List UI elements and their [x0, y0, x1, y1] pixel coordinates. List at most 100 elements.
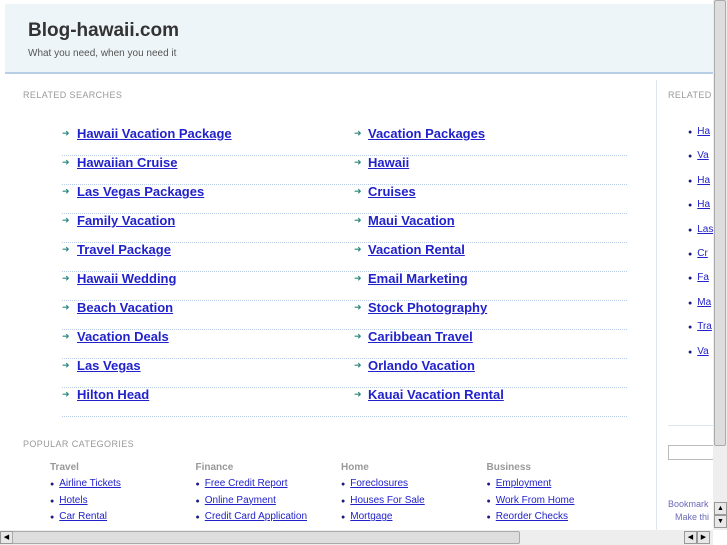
- bullet-icon: ●: [341, 514, 346, 521]
- related-link[interactable]: Vacation Packages: [368, 126, 485, 141]
- sidebar-item[interactable]: ● Cr: [688, 248, 708, 259]
- bullet-icon: ●: [688, 177, 693, 185]
- category-link[interactable]: Credit Card Application: [205, 511, 307, 522]
- related-link[interactable]: Hawaiian Cruise: [77, 155, 177, 170]
- related-link[interactable]: Stock Photography: [368, 300, 487, 315]
- sidebar-item[interactable]: ● Fa: [688, 272, 709, 283]
- sidebar-item[interactable]: ● Las: [688, 224, 713, 235]
- category-item: ● Houses For Sale: [341, 495, 481, 512]
- arrow-icon: ➜: [62, 389, 70, 399]
- sidebar-link[interactable]: Va: [697, 150, 709, 161]
- category-item: ● Airline Tickets: [50, 478, 190, 495]
- related-link[interactable]: Family Vacation: [77, 213, 175, 228]
- category-column: Travel ● Airline Tickets ● Hotels ● Car Rental: [50, 462, 190, 528]
- related-row: ➜ Vacation Deals ➜ Caribbean Travel: [62, 329, 627, 359]
- related-row: ➜ Beach Vacation ➜ Stock Photography: [62, 300, 627, 330]
- related-link[interactable]: Maui Vacation: [368, 213, 455, 228]
- related-link[interactable]: Beach Vacation: [77, 300, 173, 315]
- category-link[interactable]: Hotels: [59, 495, 87, 506]
- bullet-icon: ●: [688, 251, 693, 258]
- related-link[interactable]: Las Vegas Packages: [77, 184, 204, 199]
- related-link[interactable]: Email Marketing: [368, 271, 468, 286]
- bullet-icon: ●: [486, 514, 491, 521]
- category-link[interactable]: Work From Home: [496, 495, 575, 506]
- bullet-icon: ●: [50, 481, 55, 488]
- related-link[interactable]: Hawaii: [368, 155, 409, 170]
- bullet-icon: ●: [50, 497, 55, 505]
- vertical-scroll-thumb[interactable]: [714, 0, 726, 446]
- sidebar-link[interactable]: Ma: [697, 297, 711, 308]
- horizontal-scrollbar[interactable]: ◀ ◀ ▶: [0, 530, 713, 545]
- sidebar-link[interactable]: Cr: [697, 248, 708, 259]
- related-link[interactable]: Las Vegas: [77, 358, 141, 373]
- category-link[interactable]: Houses For Sale: [350, 495, 424, 506]
- category-title: Finance: [195, 462, 234, 473]
- sidebar-link[interactable]: Ha: [697, 199, 710, 210]
- arrow-icon: ➜: [62, 273, 70, 283]
- related-link[interactable]: Vacation Rental: [368, 242, 465, 257]
- right-sidebar: RELATED ● Ha ● Va ● Ha ● Ha ● Las ● Cr ● Fa ● Ma ● Tra ● Va…: [656, 80, 714, 530]
- category-column: Finance ● Free Credit Report ● Online Paymen…: [196, 462, 336, 528]
- related-link[interactable]: Cruises: [368, 184, 416, 199]
- sidebar-item[interactable]: ● Tra: [688, 321, 712, 332]
- scroll-left-icon[interactable]: ◀: [684, 531, 697, 544]
- category-item: ● Free Credit Report: [196, 478, 336, 495]
- related-link[interactable]: Orlando Vacation: [368, 358, 475, 373]
- arrow-icon: ➜: [62, 186, 70, 196]
- sidebar-item[interactable]: ● Ha: [688, 126, 710, 137]
- category-link[interactable]: Free Credit Report: [205, 478, 288, 489]
- bullet-icon: ●: [688, 299, 693, 307]
- category-item: ● Employment: [487, 478, 627, 495]
- category-link[interactable]: Airline Tickets: [59, 478, 121, 489]
- category-title: Home: [341, 462, 369, 473]
- arrow-icon: ➜: [354, 157, 362, 167]
- related-row: ➜ Hawaiian Cruise ➜ Hawaii: [62, 155, 627, 185]
- arrow-icon: ➜: [62, 331, 70, 341]
- arrow-icon: ➜: [354, 331, 362, 341]
- sidebar-item[interactable]: ● Va: [688, 150, 709, 161]
- bullet-icon: ●: [688, 153, 693, 161]
- make-homepage-link[interactable]: Make thi: [675, 512, 709, 522]
- category-link[interactable]: Online Payment: [205, 495, 276, 506]
- bullet-icon: ●: [688, 202, 693, 210]
- sidebar-item[interactable]: ● Ha: [688, 175, 710, 186]
- sidebar-search-input[interactable]: [668, 445, 714, 460]
- horizontal-scroll-thumb[interactable]: [12, 531, 520, 544]
- sidebar-item[interactable]: ● Va: [688, 346, 709, 357]
- arrow-icon: ➜: [62, 302, 70, 312]
- category-link[interactable]: Employment: [496, 478, 552, 489]
- category-link[interactable]: Foreclosures: [350, 478, 408, 489]
- sidebar-link[interactable]: Ha: [697, 126, 710, 137]
- category-item: ● Hotels: [50, 495, 190, 512]
- related-link[interactable]: Hawaii Vacation Package: [77, 126, 232, 141]
- bullet-icon: ●: [195, 481, 200, 488]
- category-title: Travel: [50, 462, 79, 473]
- related-link[interactable]: Kauai Vacation Rental: [368, 387, 504, 402]
- category-item: ● Mortgage: [341, 511, 481, 528]
- category-link[interactable]: Reorder Checks: [496, 511, 568, 522]
- scroll-right-icon[interactable]: ▶: [697, 531, 710, 544]
- category-link[interactable]: Car Rental: [59, 511, 107, 522]
- related-row: ➜ Las Vegas Packages ➜ Cruises: [62, 184, 627, 214]
- sidebar-link[interactable]: Fa: [697, 272, 709, 283]
- category-link[interactable]: Mortgage: [350, 511, 392, 522]
- related-row: ➜ Travel Package ➜ Vacation Rental: [62, 242, 627, 272]
- sidebar-link[interactable]: Las: [697, 224, 713, 235]
- related-link[interactable]: Hawaii Wedding: [77, 271, 176, 286]
- scroll-down-icon[interactable]: ▼: [714, 515, 727, 528]
- sidebar-link[interactable]: Va: [697, 346, 709, 357]
- sidebar-link[interactable]: Ha: [697, 175, 710, 186]
- sidebar-item[interactable]: ● Ha: [688, 199, 710, 210]
- sidebar-link[interactable]: Tra: [697, 321, 712, 332]
- divider: [668, 425, 714, 426]
- related-link[interactable]: Caribbean Travel: [368, 329, 473, 344]
- related-link[interactable]: Hilton Head: [77, 387, 149, 402]
- vertical-scrollbar[interactable]: ▲ ▼: [713, 0, 727, 530]
- bookmark-link[interactable]: Bookmark: [668, 499, 709, 509]
- related-link[interactable]: Vacation Deals: [77, 329, 169, 344]
- sidebar-item[interactable]: ● Ma: [688, 297, 711, 308]
- scroll-up-icon[interactable]: ▲: [714, 502, 727, 515]
- related-link[interactable]: Travel Package: [77, 242, 171, 257]
- arrow-icon: ➜: [62, 244, 70, 254]
- category-column: Home ● Foreclosures ● Houses For Sale ● Mortga…: [341, 462, 481, 528]
